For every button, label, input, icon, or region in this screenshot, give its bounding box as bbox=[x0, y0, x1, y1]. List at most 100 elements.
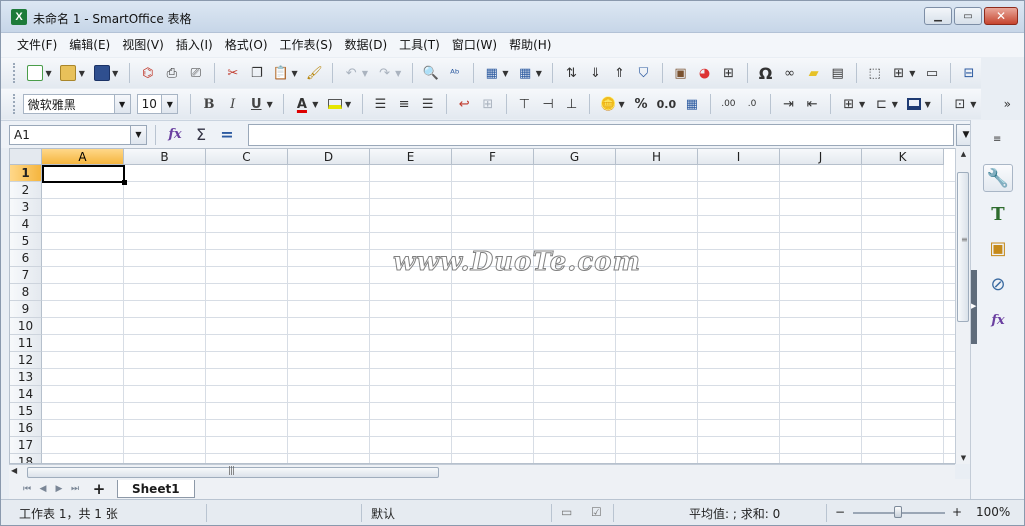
font-size-combo[interactable]: 10 ▼ bbox=[136, 94, 179, 114]
autofilter-button[interactable]: ⛉ bbox=[634, 62, 654, 84]
sidebar-navigator-button[interactable]: ⊘ bbox=[983, 270, 1013, 298]
border-color-dropdown[interactable]: ▼ bbox=[924, 93, 931, 115]
sidebar-menu-icon[interactable]: ≡ bbox=[993, 134, 1001, 145]
vertical-scrollbar[interactable]: ▲ ≡ ▼ bbox=[955, 148, 970, 464]
column-header[interactable]: G bbox=[534, 149, 616, 165]
menu-sheet[interactable]: 工作表(S) bbox=[274, 33, 339, 57]
increase-indent-button[interactable]: ⇥ bbox=[779, 93, 799, 115]
toolbar-grip[interactable] bbox=[13, 63, 17, 83]
delete-decimal-button[interactable]: .0 bbox=[742, 93, 762, 115]
align-bottom-button[interactable]: ⊥ bbox=[562, 93, 582, 115]
scroll-up-icon[interactable]: ▲ bbox=[956, 148, 971, 160]
formula-button[interactable]: = bbox=[215, 124, 239, 146]
redo-dropdown[interactable]: ▼ bbox=[395, 62, 402, 84]
new-document-button[interactable] bbox=[25, 62, 45, 84]
row-header[interactable]: 17 bbox=[10, 437, 42, 454]
define-print-area-button[interactable]: ⬚ bbox=[865, 62, 885, 84]
menu-data[interactable]: 数据(D) bbox=[339, 33, 394, 57]
column-header[interactable]: J bbox=[780, 149, 862, 165]
add-sheet-button[interactable]: + bbox=[89, 480, 109, 498]
spreadsheet-grid[interactable]: A B C D E F G H I J K 1 2 3 4 5 6 7 8 9 … bbox=[9, 148, 970, 464]
row-header[interactable]: 3 bbox=[10, 199, 42, 216]
formula-input[interactable] bbox=[248, 123, 954, 146]
menu-help[interactable]: 帮助(H) bbox=[503, 33, 557, 57]
percent-format-button[interactable]: % bbox=[631, 93, 651, 115]
paste-button[interactable]: 📋 bbox=[271, 62, 291, 84]
sidebar-properties-button[interactable]: 🔧 bbox=[983, 164, 1013, 192]
rows-dropdown[interactable]: ▼ bbox=[502, 62, 509, 84]
select-all-corner[interactable] bbox=[10, 149, 42, 165]
first-sheet-icon[interactable]: ⏮ bbox=[19, 484, 35, 494]
active-cell-cursor[interactable] bbox=[42, 165, 125, 183]
chevron-down-icon[interactable]: ▼ bbox=[161, 95, 178, 113]
border-style-dropdown[interactable]: ▼ bbox=[891, 93, 898, 115]
close-button[interactable]: ✕ bbox=[984, 7, 1018, 25]
underline-button[interactable]: U bbox=[246, 93, 266, 115]
horizontal-scroll-thumb[interactable]: ||| bbox=[27, 466, 439, 478]
border-color-button[interactable] bbox=[904, 93, 924, 115]
column-header[interactable]: I bbox=[698, 149, 780, 165]
italic-button[interactable]: I bbox=[223, 93, 243, 115]
row-header[interactable]: 9 bbox=[10, 301, 42, 318]
new-dropdown[interactable]: ▼ bbox=[45, 62, 52, 84]
menu-insert[interactable]: 插入(I) bbox=[170, 33, 219, 57]
fill-handle[interactable] bbox=[122, 180, 127, 185]
row-header[interactable]: 18 bbox=[10, 454, 42, 463]
special-character-button[interactable]: Ω bbox=[756, 62, 776, 84]
sidebar-styles-button[interactable]: T bbox=[983, 200, 1013, 228]
copy-button[interactable]: ❐ bbox=[247, 62, 267, 84]
row-header[interactable]: 10 bbox=[10, 318, 42, 335]
align-left-button[interactable]: ☰ bbox=[371, 93, 391, 115]
sidebar-functions-button[interactable]: fx bbox=[983, 306, 1013, 334]
insert-image-button[interactable]: ▣ bbox=[670, 62, 690, 84]
column-header[interactable]: A bbox=[42, 149, 124, 165]
font-name-combo[interactable]: 微软雅黑 ▼ bbox=[22, 94, 131, 114]
pivot-table-button[interactable]: ⊞ bbox=[719, 62, 739, 84]
sort-descending-button[interactable]: ⇓ bbox=[585, 62, 605, 84]
cut-button[interactable]: ✂ bbox=[223, 62, 243, 84]
conditional-format-dropdown[interactable]: ▼ bbox=[970, 93, 977, 115]
open-dropdown[interactable]: ▼ bbox=[78, 62, 85, 84]
selection-mode-icon[interactable]: ▭ bbox=[561, 505, 572, 519]
maximize-button[interactable]: ▭ bbox=[954, 7, 982, 25]
rows-button[interactable]: ▦ bbox=[482, 62, 502, 84]
row-header[interactable]: 13 bbox=[10, 369, 42, 386]
border-style-button[interactable]: ⊏ bbox=[872, 93, 892, 115]
sheet-tab[interactable]: Sheet1 bbox=[117, 480, 195, 498]
vertical-scroll-thumb[interactable]: ≡ bbox=[957, 172, 969, 322]
spellcheck-button[interactable]: ᴬᵇ bbox=[445, 62, 465, 84]
borders-button[interactable]: ⊞ bbox=[839, 93, 859, 115]
zoom-out-button[interactable]: − bbox=[835, 505, 845, 519]
paste-dropdown[interactable]: ▼ bbox=[291, 62, 298, 84]
undo-dropdown[interactable]: ▼ bbox=[361, 62, 368, 84]
next-sheet-icon[interactable]: ▶ bbox=[51, 484, 67, 494]
open-button[interactable] bbox=[58, 62, 78, 84]
export-pdf-button[interactable]: ⌬ bbox=[138, 62, 158, 84]
save-dropdown[interactable]: ▼ bbox=[112, 62, 119, 84]
scroll-down-icon[interactable]: ▼ bbox=[956, 452, 971, 464]
align-center-button[interactable]: ≡ bbox=[394, 93, 414, 115]
row-header[interactable]: 6 bbox=[10, 250, 42, 267]
sum-button[interactable]: Σ bbox=[189, 124, 213, 146]
menu-window[interactable]: 窗口(W) bbox=[446, 33, 503, 57]
menu-format[interactable]: 格式(O) bbox=[219, 33, 274, 57]
date-format-button[interactable]: ▦ bbox=[682, 93, 702, 115]
column-header[interactable]: H bbox=[616, 149, 698, 165]
row-header[interactable]: 12 bbox=[10, 352, 42, 369]
scroll-left-icon[interactable]: ◀ bbox=[11, 466, 17, 475]
show-draw-functions-button[interactable]: ⊟ bbox=[959, 62, 979, 84]
sort-ascending-button[interactable]: ⇑ bbox=[609, 62, 629, 84]
undo-button[interactable]: ↶ bbox=[341, 62, 361, 84]
columns-button[interactable]: ▦ bbox=[515, 62, 535, 84]
row-header[interactable]: 2 bbox=[10, 182, 42, 199]
function-wizard-button[interactable]: fx bbox=[163, 124, 187, 146]
menu-file[interactable]: 文件(F) bbox=[11, 33, 63, 57]
column-header[interactable]: D bbox=[288, 149, 370, 165]
chevron-down-icon[interactable]: ▼ bbox=[113, 95, 130, 113]
column-header[interactable]: K bbox=[862, 149, 944, 165]
wrap-text-button[interactable]: ↩ bbox=[454, 93, 474, 115]
highlight-dropdown[interactable]: ▼ bbox=[345, 93, 352, 115]
print-preview-button[interactable]: ⎚ bbox=[186, 62, 206, 84]
column-header[interactable]: B bbox=[124, 149, 206, 165]
row-header[interactable]: 5 bbox=[10, 233, 42, 250]
